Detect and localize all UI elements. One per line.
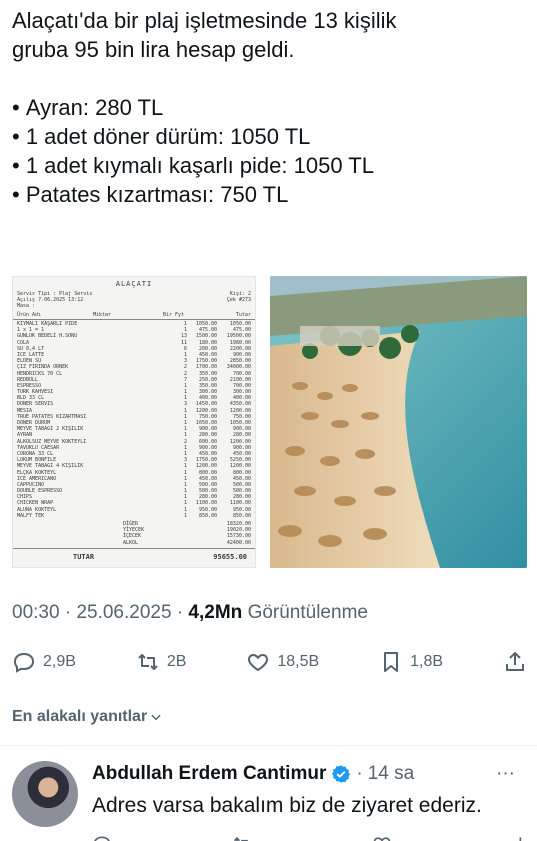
receipt-col-header: Ürün Adı (17, 312, 42, 318)
receipt-cell-name: MALFY TEK (17, 512, 45, 519)
reply-count: 2,9B (43, 653, 76, 670)
receipt-subtotal-row: ALKOL 42400.00 (123, 540, 251, 546)
beach-photo[interactable] (270, 276, 527, 568)
tweet-text-line: gruba 95 bin lira hesap geldi. (12, 37, 295, 62)
reply-time[interactable]: 14 sa (368, 763, 414, 785)
like-count: 18,5B (277, 653, 320, 670)
receipt-total-label: TUTAR (73, 552, 95, 561)
receipt-header: ALAÇATI (115, 280, 153, 288)
share-button[interactable] (503, 650, 527, 674)
receipt-cell-qty: 1 (183, 512, 187, 519)
views-label: Görüntülenme (247, 602, 368, 623)
tweet-actions: 2,9B 2B 18,5B 1,8B (12, 648, 527, 676)
receipt-columns: Ürün Adı Miktar Bir Fyt Tutar (13, 309, 255, 320)
beach-illustration (270, 276, 527, 568)
receipt-subtotals: DİĞER 18320.00 YİYECEK 19020.00 İÇECEK 15730.… (13, 519, 255, 546)
repost-button[interactable]: 2B (136, 650, 187, 674)
heart-icon (248, 653, 269, 672)
receipt-meta-left: Servis Tipi : Plaj Servis Açılış 7.06.20… (17, 291, 92, 309)
receipt-col-header: Miktar (92, 312, 112, 318)
avatar[interactable] (12, 761, 78, 827)
repost-icon[interactable] (232, 834, 252, 841)
reply-icon[interactable] (92, 834, 112, 841)
like-button[interactable]: 18,5B (246, 650, 319, 674)
more-options-icon[interactable]: ··· (496, 763, 515, 785)
reply-button[interactable]: 2,9B (12, 650, 76, 674)
receipt-cell-price: 850.00 (198, 512, 217, 519)
replies-sort-label: En alakalı yanıtlar (12, 708, 148, 725)
replies-sort-dropdown[interactable]: En alakalı yanıtlar (12, 708, 163, 726)
tweet-bullet: Patates kızartması: 750 TL (12, 180, 527, 209)
receipt-subtotal-label: ALKOL (123, 539, 139, 546)
tweet-media: ALAÇATI Servis Tipi : Plaj Servis Açılış… (12, 276, 527, 568)
receipt-meta-line: Çek #273 (226, 297, 251, 303)
reply-header: Abdullah Erdem Cantimur · 14 sa (92, 763, 414, 785)
receipt-meta-line: Masa : (17, 303, 36, 309)
receipt-col-header: Bir Fyt (162, 312, 185, 318)
separator-dot: · (356, 763, 363, 784)
separator-dot: · (64, 602, 72, 623)
views-icon[interactable] (512, 834, 532, 841)
verified-badge-icon (332, 765, 351, 783)
tweet-bullet: 1 adet döner dürüm: 1050 TL (12, 122, 527, 151)
tweet-text-line: Alaçatı'da bir plaj işletmesinde 13 kişi… (12, 8, 397, 33)
tweet-date[interactable]: 25.06.2025 (76, 602, 171, 623)
receipt-col-header: Tutar (235, 312, 251, 318)
repost-icon (138, 654, 158, 670)
receipt-meta: Servis Tipi : Plaj Servis Açılış 7.06.20… (13, 288, 255, 309)
tweet-time[interactable]: 00:30 (12, 602, 60, 623)
separator-dot: · (176, 602, 184, 623)
bookmark-count: 1,8B (410, 653, 444, 670)
receipt-meta-right: Kişi: 2 Çek #273 (227, 291, 251, 309)
receipt-image[interactable]: ALAÇATI Servis Tipi : Plaj Servis Açılış… (12, 276, 256, 568)
receipt-row: MALFY TEK 1 850.00 850.00 (17, 513, 251, 519)
tweet-bullet: Ayran: 280 TL (12, 93, 527, 122)
bookmark-button[interactable]: 1,8B (379, 650, 443, 674)
tweet-bullet: 1 adet kıymalı kaşarlı pide: 1050 TL (12, 151, 527, 180)
divider (0, 745, 537, 746)
reply-author-name[interactable]: Abdullah Erdem Cantimur (92, 763, 326, 785)
receipt-total-value: 95655.00 (213, 552, 247, 561)
views-count: 4,2Mn (188, 602, 243, 623)
bookmark-icon (384, 652, 399, 672)
tweet-meta: 00:30 · 25.06.2025 · 4,2Mn Görüntülenme (12, 602, 368, 624)
reply-icon (13, 652, 35, 673)
tweet-body: Alaçatı'da bir plaj işletmesinde 13 kişi… (12, 6, 527, 209)
receipt-items: KIYMALI KAŞARLI PIDE 1 1050.00 1050.00 1 x 1… (13, 320, 255, 519)
receipt-cell-total: 850.00 (232, 512, 251, 519)
share-icon (505, 652, 524, 671)
reply-actions (92, 834, 532, 841)
repost-count: 2B (166, 653, 187, 670)
receipt-subtotal-value: 42400.00 (226, 539, 251, 546)
chevron-down-icon (151, 714, 161, 721)
heart-icon[interactable] (372, 834, 392, 841)
reply-text: Adres varsa bakalım biz de ziyaret ederi… (92, 794, 482, 817)
receipt-total: TUTAR 95655.00 (13, 547, 255, 561)
